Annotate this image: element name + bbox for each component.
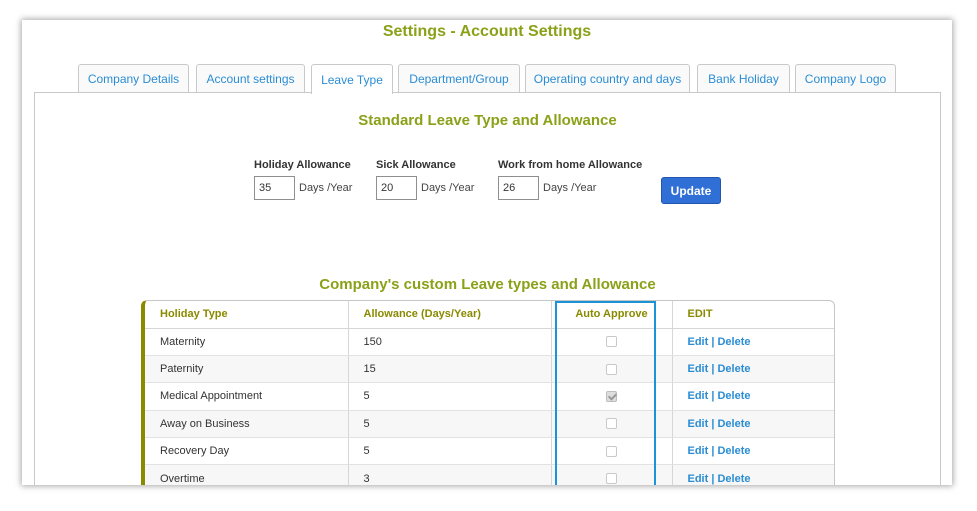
holiday-type-cell: Recovery Day [145,437,349,466]
wfh-allowance-input[interactable] [498,176,539,200]
tab-company-details[interactable]: Company Details [78,64,189,93]
auto-approve-checkbox[interactable] [606,336,617,348]
table-header-row: Holiday Type Allowance (Days/Year) Auto … [145,301,834,329]
link-separator: | [711,335,715,348]
header-auto-approve: Auto Approve [551,301,673,329]
sick-allowance-input[interactable] [376,176,417,200]
delete-link[interactable]: Delete [717,363,750,375]
wfh-allowance-group: Work from home Allowance Days /Year [498,159,642,200]
table-row: Overtime 3 Edit | Delete [145,464,834,485]
allowance-cell: 15 [348,355,552,384]
edit-cell: Edit | Delete [672,328,834,356]
tab-company-logo[interactable]: Company Logo [795,64,896,93]
edit-link[interactable]: Edit [688,363,709,375]
delete-link[interactable]: Delete [717,473,750,485]
edit-link[interactable]: Edit [688,445,709,457]
auto-approve-cell [551,382,673,411]
sick-allowance-unit: Days /Year [421,182,475,194]
table-row: Away on Business 5 Edit | Delete [145,410,834,439]
custom-leave-table: Holiday Type Allowance (Days/Year) Auto … [141,300,835,485]
holiday-allowance-group: Holiday Allowance Days /Year [254,159,352,200]
tab-operating-country[interactable]: Operating country and days [525,64,690,93]
settings-window: Settings - Account Settings Company Deta… [22,20,952,485]
auto-approve-cell [551,464,673,485]
delete-link[interactable]: Delete [717,390,750,402]
holiday-allowance-unit: Days /Year [299,182,353,194]
link-separator: | [711,445,715,458]
edit-link[interactable]: Edit [688,390,709,402]
edit-cell: Edit | Delete [672,437,834,466]
edit-cell: Edit | Delete [672,355,834,384]
edit-link[interactable]: Edit [688,473,709,485]
tab-account-settings[interactable]: Account settings [196,64,305,93]
edit-cell: Edit | Delete [672,382,834,411]
auto-approve-checkbox[interactable] [606,473,617,485]
table-row: Recovery Day 5 Edit | Delete [145,437,834,466]
allowance-cell: 5 [348,410,552,439]
delete-link[interactable]: Delete [717,336,750,348]
link-separator: | [711,417,715,430]
wfh-allowance-unit: Days /Year [543,182,597,194]
sick-allowance-label: Sick Allowance [376,159,456,171]
table-row: Paternity 15 Edit | Delete [145,355,834,384]
holiday-type-cell: Medical Appointment [145,382,349,411]
wfh-allowance-label: Work from home Allowance [498,159,643,171]
tab-department-group[interactable]: Department/Group [398,64,520,93]
auto-approve-checkbox[interactable] [606,418,617,430]
auto-approve-checkbox[interactable] [606,363,617,375]
custom-section-title: Company's custom Leave types and Allowan… [319,276,656,293]
header-edit: EDIT [672,301,834,329]
link-separator: | [711,363,715,376]
update-button[interactable]: Update [661,177,721,204]
holiday-type-cell: Maternity [145,328,349,356]
auto-approve-checkbox[interactable] [606,391,617,403]
holiday-type-cell: Paternity [145,355,349,384]
delete-link[interactable]: Delete [717,418,750,430]
holiday-allowance-label: Holiday Allowance [254,159,351,171]
edit-cell: Edit | Delete [672,464,834,485]
header-allowance: Allowance (Days/Year) [348,301,552,329]
sick-allowance-group: Sick Allowance Days /Year [376,159,474,200]
edit-link[interactable]: Edit [688,336,709,348]
holiday-type-cell: Overtime [145,464,349,485]
table-row: Medical Appointment 5 Edit | Delete [145,382,834,411]
allowance-cell: 5 [348,382,552,411]
allowance-cell: 5 [348,437,552,466]
auto-approve-cell [551,328,673,356]
leave-type-panel: Standard Leave Type and Allowance Holida… [34,92,941,485]
edit-cell: Edit | Delete [672,410,834,439]
link-separator: | [711,472,715,485]
header-holiday-type: Holiday Type [145,301,349,329]
delete-link[interactable]: Delete [717,445,750,457]
auto-approve-cell [551,410,673,439]
edit-link[interactable]: Edit [688,418,709,430]
holiday-type-cell: Away on Business [145,410,349,439]
allowance-cell: 150 [348,328,552,356]
auto-approve-cell [551,437,673,466]
table-row: Maternity 150 Edit | Delete [145,328,834,356]
auto-approve-checkbox[interactable] [606,445,617,457]
page-title: Settings - Account Settings [382,23,592,40]
auto-approve-cell [551,355,673,384]
allowance-cell: 3 [348,464,552,485]
link-separator: | [711,390,715,403]
holiday-allowance-input[interactable] [254,176,295,200]
tab-leave-type[interactable]: Leave Type [311,64,393,94]
tab-bank-holiday[interactable]: Bank Holiday [697,64,790,93]
standard-section-title: Standard Leave Type and Allowance [358,112,617,129]
